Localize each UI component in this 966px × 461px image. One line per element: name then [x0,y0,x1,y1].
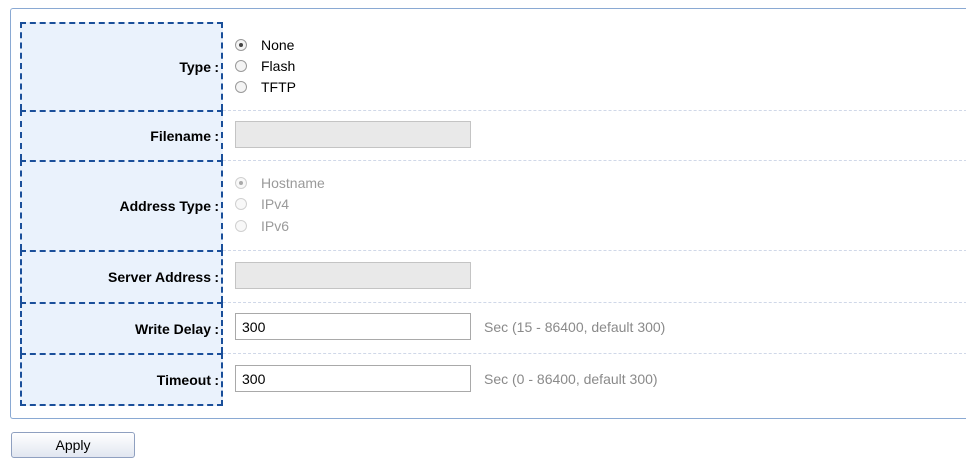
filename-label: Filename : [20,110,223,160]
write-delay-hint: Sec (15 - 86400, default 300) [484,319,666,335]
radio-ipv4[interactable] [235,198,247,210]
server-address-label: Server Address : [20,250,223,302]
radio-tftp[interactable] [235,81,247,93]
timeout-label: Timeout : [20,353,223,406]
address-type-label: Address Type : [20,160,223,250]
radio-none[interactable] [235,39,247,51]
server-address-row: Server Address : [11,250,966,302]
radio-hostname[interactable] [235,177,247,189]
config-panel: Type : None Flash TFTP Filename: Addres… [10,8,966,419]
type-label: Type : [20,22,223,110]
type-row: Type : None Flash TFTP [11,22,966,110]
server-address-input[interactable] [235,262,471,289]
type-option-none[interactable]: None [235,35,294,55]
type-option-flash[interactable]: Flash [235,56,295,76]
timeout-hint: Sec (0 - 86400, default 300) [484,371,658,387]
address-option-ipv6[interactable]: IPv6 [235,216,289,236]
radio-flash[interactable] [235,60,247,72]
write-delay-input[interactable] [235,313,471,340]
type-option-tftp[interactable]: TFTP [235,77,296,97]
timeout-input[interactable] [235,365,471,392]
filename-row: Filename : [11,110,966,160]
address-option-ipv4[interactable]: IPv4 [235,194,289,214]
write-delay-label: Write Delay : [20,302,223,353]
radio-ipv6[interactable] [235,220,247,232]
apply-button[interactable]: Apply [11,432,135,458]
address-option-hostname[interactable]: Hostname [235,173,325,193]
timeout-row: Timeout : Sec (0 - 86400, default 300) [11,353,966,406]
filename-input[interactable] [235,121,471,148]
address-type-row: Address Type : Hostname IPv4 IPv6 [11,160,966,250]
write-delay-row: Write Delay : Sec (15 - 86400, default 3… [11,302,966,353]
